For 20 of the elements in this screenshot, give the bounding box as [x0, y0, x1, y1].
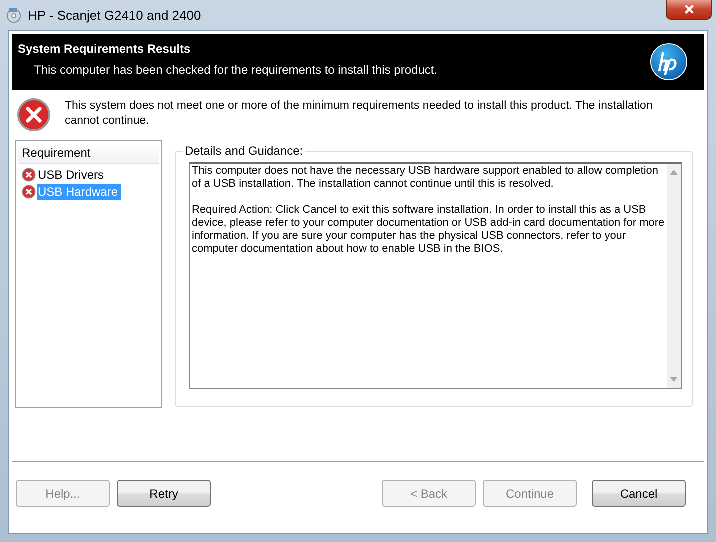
dialog-button[interactable]: Retry: [117, 480, 211, 507]
group-label: Details and Guidance:: [184, 144, 304, 158]
logo-icon: [650, 43, 688, 81]
details-text: Required Action: Click Cancel to exit this software installation. In order to install this as a USB device, please refer to your computer documentation or USB add-in card documentation for more information. If you are sure your computer has the physical USB connectors, refer to your computer documentation about how to enable USB in the BIOS.: [192, 204, 665, 256]
error-icon: [22, 184, 36, 198]
header-title: System Requirements Results: [18, 42, 192, 56]
scanner-disc-icon: [6, 7, 22, 23]
scrollbar[interactable]: [667, 164, 681, 388]
requirement-item[interactable]: USB Drivers: [37, 166, 108, 182]
close-icon: [684, 4, 694, 15]
header-subtitle: This computer has been checked for the requirements to install this product.: [33, 62, 438, 76]
dialog-button[interactable]: Cancel: [592, 480, 686, 507]
scroll-up-icon[interactable]: [670, 170, 678, 175]
error-icon: [22, 168, 36, 182]
close-button[interactable]: [666, 0, 712, 20]
error-message: This system does not meet one or more of the minimum requirements needed to install this product. The installation cannot continue.: [65, 99, 654, 129]
scroll-down-icon[interactable]: [670, 377, 678, 382]
details-text: This computer does not have the necessary USB hardware support enabled to allow completion of a USB installation. The installation cannot continue until this is resolved.: [192, 165, 660, 191]
error-icon: [17, 98, 51, 132]
window-title: HP - Scanjet G2410 and 2400: [28, 8, 202, 22]
